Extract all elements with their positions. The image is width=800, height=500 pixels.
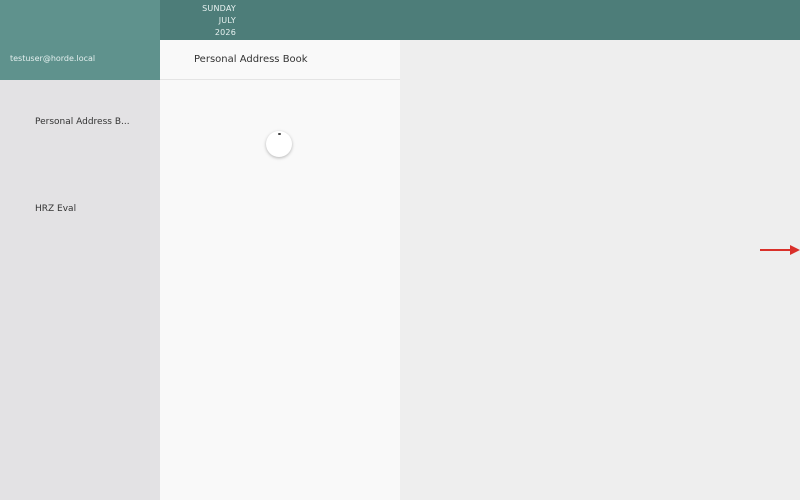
arrow-right-icon (760, 245, 800, 255)
date-month: JULY (218, 16, 236, 25)
user-email: testuser@horde.local (10, 54, 96, 63)
contact-detail-panel (400, 40, 800, 500)
user-panel[interactable]: testuser@horde.local (0, 40, 160, 80)
top-bar: SUNDAY JULY 2026 (0, 0, 800, 40)
date-year: 2026 (214, 28, 236, 37)
date-display: SUNDAY JULY 2026 (190, 3, 236, 39)
sidebar: testuser@horde.local Personal Address B.… (0, 40, 160, 500)
list-title: Personal Address Book (194, 54, 308, 65)
loading-spinner-icon (266, 131, 292, 157)
date-weekday: SUNDAY (202, 4, 236, 13)
sidebar-item-personal-address-book[interactable]: Personal Address B... (0, 112, 160, 134)
contact-list-panel: Personal Address Book (160, 40, 400, 500)
app-window: SUNDAY JULY 2026 testuser@horde.local Pe… (0, 0, 800, 500)
top-bar-left (0, 0, 160, 40)
sidebar-item-hrz-eval[interactable]: HRZ Eval (0, 199, 160, 221)
sidebar-item-label: HRZ Eval (35, 204, 77, 214)
sidebar-item-label: Personal Address B... (35, 117, 130, 127)
list-header: Personal Address Book (160, 40, 400, 80)
